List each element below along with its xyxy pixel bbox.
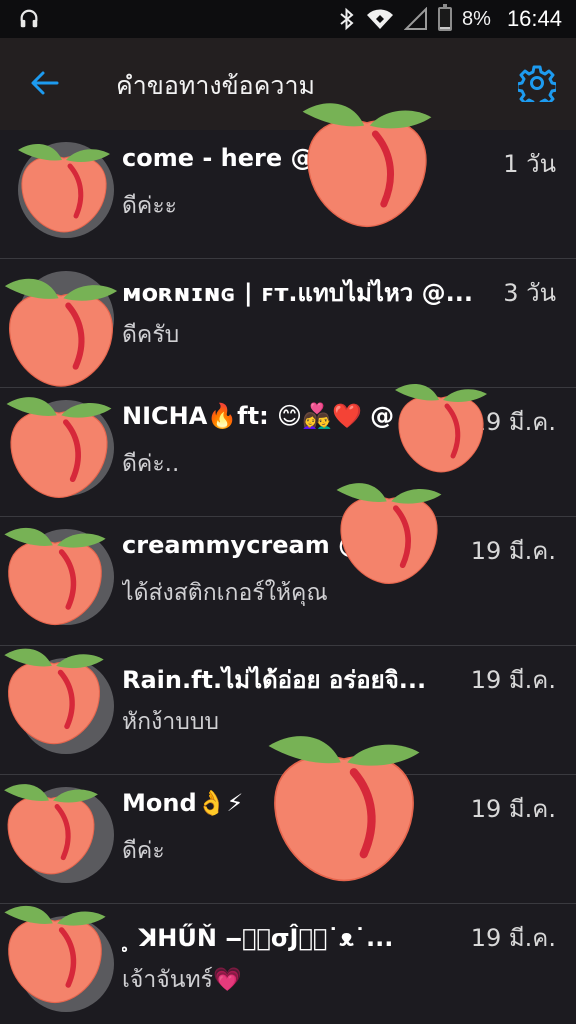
battery-percent: 8% (462, 7, 491, 30)
app-bar: คำขอทางข้อความ (0, 38, 576, 130)
peach-sticker (302, 103, 432, 228)
clock: 16:44 (506, 6, 562, 31)
peach-sticker (336, 483, 442, 585)
message-preview: เจ้าจันทร์💗 (122, 967, 242, 993)
peach-sticker (4, 527, 106, 626)
sender-name: ᴍᴏʀɴɪɴɢ | ꜰᴛ.แทบไม่ไหว @... (122, 279, 473, 307)
peach-sticker (4, 648, 104, 745)
wifi-icon (367, 9, 394, 29)
timestamp: 1 วัน (503, 150, 556, 178)
peach-sticker (4, 905, 106, 1004)
battery-level (440, 27, 451, 29)
peach-sticker (18, 144, 110, 233)
peach-sticker (4, 784, 98, 875)
gear-icon[interactable] (518, 64, 556, 102)
timestamp: 19 มี.ค. (470, 795, 556, 823)
message-preview: ดีครับ (122, 322, 180, 348)
arrow-left-icon[interactable] (28, 66, 62, 100)
peach-sticker (6, 397, 112, 499)
peach-sticker (268, 736, 420, 882)
peach-sticker (4, 278, 118, 387)
page-title: คำขอทางข้อความ (116, 71, 315, 100)
signal-icon (404, 7, 428, 30)
battery-icon (438, 4, 453, 31)
timestamp: 19 มี.ค. (470, 924, 556, 952)
status-bar: 8% 16:44 (0, 0, 576, 38)
timestamp: 19 มี.ค. (470, 666, 556, 694)
timestamp: 19 มี.ค. (470, 537, 556, 565)
peach-sticker (395, 384, 487, 473)
timestamp: 3 วัน (503, 279, 556, 307)
headset-icon (20, 9, 38, 28)
sender-name: ⃝⃝ ̥ ꓘHŰŇ ‒⃝⃝σĴ⃝⃝˙ᴥ˙... (122, 924, 394, 952)
sender-name: Rain.ft.ไม่ได้อ่อย อร่อยจิ... (122, 666, 427, 694)
bluetooth-icon (340, 7, 354, 31)
